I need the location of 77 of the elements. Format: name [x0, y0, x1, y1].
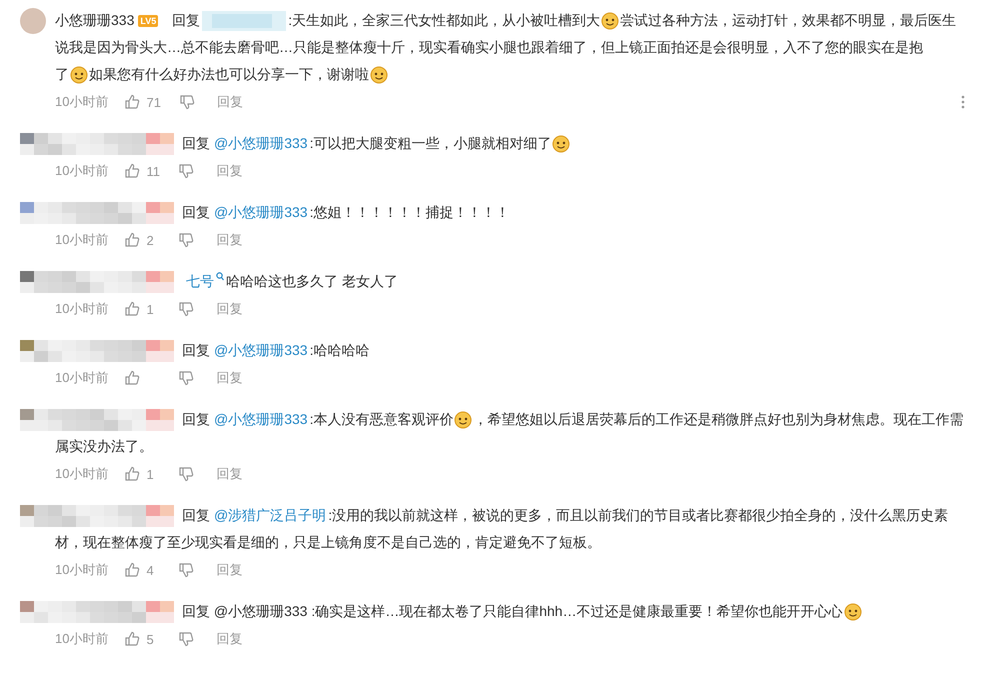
reply-link[interactable]: 回复 — [216, 561, 242, 579]
comment-text: 尝试过各种方法，运动打针，效果都不明显，最后医生 — [620, 12, 956, 30]
emoji-face-icon — [454, 410, 472, 428]
comment-text: :本人没有恶意客观评价 — [310, 410, 454, 428]
thumbs-down-icon[interactable] — [178, 163, 194, 179]
comment-time: 10小时前 — [55, 162, 108, 180]
comment-text: 说我是因为骨头大…总不能去磨骨吧…只能是整体瘦十斤，现实看确实小腿也跟着细了，但上镜正面拍还是会很明显，入不了您的眼实在是抱 — [55, 38, 923, 56]
comment-time: 10小时前 — [55, 465, 108, 483]
reply-link[interactable]: 回复 — [216, 465, 242, 483]
comment-text: 属实没办法了。 — [55, 438, 153, 456]
thumbs-up-icon[interactable] — [124, 301, 140, 317]
comment-text: :悠姐！！！！！！捕捉！！！！ — [310, 204, 510, 222]
thumbs-up-icon[interactable] — [124, 466, 140, 482]
like-count: 4 — [146, 562, 155, 578]
reply-link[interactable]: 回复 — [216, 369, 242, 387]
comment-text: 了 — [55, 66, 69, 84]
emoji-face-icon — [601, 12, 620, 30]
reply-link[interactable]: 回复 — [216, 93, 243, 111]
thumbs-up-icon[interactable] — [124, 370, 140, 386]
thumbs-down-icon[interactable] — [178, 370, 194, 386]
comment-text: 回复 — [172, 12, 200, 30]
reply-link[interactable]: 回复 — [216, 630, 242, 648]
emoji-face-icon — [844, 602, 862, 620]
user-link[interactable]: @涉猎广泛吕子明 — [214, 506, 326, 524]
level-badge: LV5 — [138, 14, 158, 26]
comment-text: 材，现在整体瘦了至少现实看是细的，只是上镜角度不是自己选的，肯定避免不了短板。 — [55, 534, 601, 552]
comment-text: :哈哈哈哈 — [310, 342, 370, 360]
comment-text: :可以把大腿变粗一些，小腿就相对细了 — [310, 134, 552, 152]
comment-text: :天生如此，全家三代女性都如此，从小被吐槽到大 — [288, 12, 600, 30]
comment-text: 哈哈哈这也多久了 老女人了 — [226, 272, 398, 290]
comment-time: 10小时前 — [55, 93, 108, 111]
comment-time: 10小时前 — [55, 231, 108, 249]
comment-text: 回复 — [182, 134, 210, 152]
user-link[interactable]: @小悠珊珊333 — [214, 342, 308, 360]
comment-text: 如果您有什么好办法也可以分享一下，谢谢啦 — [89, 66, 369, 84]
like-count: 5 — [146, 632, 155, 646]
user-name[interactable]: 小悠珊珊333 — [55, 12, 134, 30]
comment-text: 回复 — [182, 410, 210, 428]
more-icon[interactable] — [961, 95, 965, 109]
like-count: 1 — [146, 302, 155, 316]
comment-time: 10小时前 — [55, 300, 108, 318]
reply-link[interactable]: 回复 — [216, 162, 242, 180]
comment-text: 回复 @小悠珊珊333 :确实是这样…现在都太卷了只能自律hhh…不过还是健康最重要！希望你也能开开心心 — [182, 602, 843, 620]
comment-time: 10小时前 — [55, 630, 108, 648]
user-link[interactable]: @小悠珊珊333 — [214, 204, 308, 222]
comment-text: 回复 — [182, 506, 210, 524]
like-count: 1 — [146, 466, 155, 482]
thumbs-down-icon[interactable] — [178, 94, 195, 110]
thumbs-up-icon[interactable] — [124, 631, 140, 647]
comment-text: ，希望悠姐以后退居荧幕后的工作还是稍微胖点好也别为身材焦虑。现在工作需 — [473, 410, 964, 428]
like-count: 71 — [146, 94, 161, 110]
thumbs-up-icon[interactable] — [124, 163, 140, 179]
like-count: 11 — [146, 164, 160, 178]
thumbs-up-icon[interactable] — [124, 94, 140, 110]
reply-link[interactable]: 回复 — [216, 300, 242, 318]
thumbs-down-icon[interactable] — [178, 466, 194, 482]
comment-text: 回复 — [182, 204, 210, 222]
thumbs-up-icon[interactable] — [124, 562, 140, 578]
thumbs-down-icon[interactable] — [178, 301, 194, 317]
emoji-face-icon — [70, 66, 88, 84]
thumbs-down-icon[interactable] — [178, 631, 194, 647]
emoji-face-icon — [370, 66, 388, 84]
comment-text: 回复 — [182, 342, 210, 360]
thumbs-down-icon[interactable] — [178, 562, 194, 578]
avatar[interactable] — [20, 8, 46, 34]
thumbs-down-icon[interactable] — [178, 232, 194, 248]
user-link[interactable]: @小悠珊珊333 — [214, 134, 308, 152]
user-link[interactable]: @小悠珊珊333 — [214, 410, 308, 428]
emoji-face-icon — [552, 134, 570, 152]
like-count: 2 — [146, 232, 155, 248]
reply-link[interactable]: 回复 — [216, 231, 242, 249]
comment-text: :没用的我以前就这样，被说的更多，而且以前我们的节目或者比赛都很少拍全身的，没什么黑历史素 — [328, 506, 948, 524]
comment-time: 10小时前 — [55, 561, 108, 579]
comment-time: 10小时前 — [55, 369, 108, 387]
user-link[interactable]: 七号 — [186, 272, 214, 290]
thumbs-up-icon[interactable] — [124, 232, 140, 248]
small-ring-icon — [216, 272, 224, 281]
